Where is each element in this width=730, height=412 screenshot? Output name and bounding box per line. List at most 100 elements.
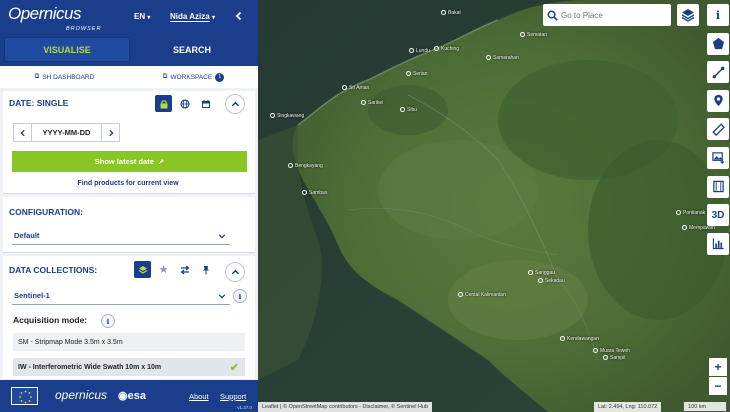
map-view[interactable]: Bakat Sematan Lundu Kuching Samarahan Se…	[258, 0, 730, 412]
show-latest-date-button[interactable]: Show latest date ↗	[12, 151, 247, 172]
place-label: Pontianak	[676, 210, 705, 216]
zoom-in-button[interactable]: +	[709, 358, 727, 376]
search-input[interactable]	[561, 10, 661, 20]
layers-icon	[681, 9, 695, 22]
place-search[interactable]	[543, 4, 671, 26]
collapse-data-collections-button[interactable]	[225, 262, 245, 282]
place-label: Sarikei	[361, 100, 383, 106]
tab-search[interactable]: SEARCH	[130, 37, 254, 62]
next-date-button[interactable]	[101, 123, 120, 142]
attribution-text: Leaflet | © OpenStreetMap contributors -…	[262, 404, 429, 410]
configuration-select[interactable]: Default	[12, 227, 230, 245]
film-icon	[712, 180, 724, 193]
acquisition-mode-option[interactable]: IW - Interferometric Wide Swath 10m x 10…	[13, 358, 245, 376]
bar-chart-icon	[712, 238, 724, 250]
calendar-button[interactable]	[197, 95, 214, 112]
calendar-icon	[201, 99, 210, 108]
3d-view-button[interactable]: 3D	[707, 204, 729, 227]
chevron-down-icon: ▾	[211, 15, 215, 21]
user-menu[interactable]: Nida Aziza ▾	[170, 12, 215, 22]
chevron-left-icon	[235, 11, 242, 21]
arrow-up-right-icon: ↗	[157, 157, 165, 166]
scale-bar: 100 km	[683, 402, 727, 412]
info-icon: i	[715, 8, 721, 22]
draw-polygon-button[interactable]	[707, 32, 729, 55]
chevron-left-icon	[19, 129, 25, 136]
layers-button[interactable]	[677, 4, 699, 26]
coordinates-readout: Lat: 2.494, Lng: 110.072	[594, 402, 662, 412]
chevron-down-icon	[218, 293, 226, 299]
place-label: Sematan	[520, 32, 547, 38]
place-label: Samarahan	[486, 55, 519, 61]
image-download-button[interactable]	[707, 146, 729, 169]
acquisition-mode-label: Acquisition mode:	[13, 315, 88, 325]
chevron-up-icon	[231, 101, 239, 106]
compare-button[interactable]	[176, 261, 193, 278]
find-products-link[interactable]: Find products for current view	[3, 180, 253, 187]
draw-point-button[interactable]	[707, 89, 729, 112]
previous-date-button[interactable]	[13, 123, 32, 142]
histogram-button[interactable]	[707, 232, 729, 255]
support-link[interactable]: Support	[220, 392, 246, 401]
place-label: Kendawangan	[560, 336, 599, 342]
top-bar: Opernicus BROWSER EN ▾ Nida Aziza ▾	[0, 0, 258, 33]
map-attribution: Leaflet | © OpenStreetMap contributors -…	[258, 402, 433, 412]
language-selector[interactable]: EN ▾	[134, 12, 150, 21]
place-label: Kuching	[434, 46, 459, 52]
sidebar: Opernicus BROWSER EN ▾ Nida Aziza ▾ VISU…	[0, 0, 258, 412]
globe-button[interactable]	[176, 95, 193, 112]
esa-logo: ◉esa	[118, 390, 146, 402]
esa-icon: ◉	[118, 390, 128, 402]
place-label: Sekadau	[538, 278, 565, 284]
external-link-icon: ⧉	[34, 73, 40, 80]
date-picker: YYYY-MM-DD	[13, 123, 120, 142]
date-input[interactable]: YYYY-MM-DD	[32, 123, 101, 142]
main-tabs: VISUALISE SEARCH	[0, 33, 258, 66]
calendar-lock-button[interactable]	[155, 95, 172, 112]
place-label: Singkawang	[270, 113, 304, 119]
date-panel-title: DATE: SINGLE	[9, 98, 69, 108]
globe-icon	[179, 98, 190, 109]
about-link[interactable]: About	[189, 392, 209, 401]
data-collections-title: DATA COLLECTIONS:	[9, 265, 98, 275]
ruler-icon	[711, 123, 725, 136]
place-label: Sampit	[603, 355, 626, 361]
eu-flag-logo	[11, 387, 38, 405]
collapse-sidebar-button[interactable]	[229, 6, 249, 26]
configuration-title: CONFIGURATION:	[9, 207, 83, 217]
layers-tab-button[interactable]	[134, 261, 151, 278]
collapse-date-panel-button[interactable]	[225, 94, 245, 114]
map-toolbar: i 3D	[707, 4, 729, 261]
collection-info-button[interactable]: i	[233, 289, 247, 303]
favorites-button[interactable]: ★	[155, 261, 172, 278]
date-panel: DATE: SINGLE YYYY-MM-DD Show latest date…	[3, 91, 255, 194]
chevron-down-icon: ▾	[147, 15, 151, 21]
info-icon: i	[238, 291, 242, 301]
timelapse-button[interactable]	[707, 175, 729, 198]
info-icon: i	[106, 316, 110, 326]
copernicus-logo: Opernicus BROWSER	[8, 4, 102, 32]
measure-button[interactable]	[707, 118, 729, 141]
star-icon: ★	[158, 264, 169, 276]
zoom-out-button[interactable]: −	[709, 377, 727, 395]
sh-dashboard-link[interactable]: ⧉ SH DASHBOARD	[0, 73, 129, 81]
satellite-imagery	[258, 0, 730, 412]
place-label: Bengkayang	[288, 163, 323, 169]
layers-icon	[138, 265, 147, 274]
tab-visualise[interactable]: VISUALISE	[4, 37, 130, 62]
acquisition-mode-option[interactable]: SM - Stripmap Mode 3.5m x 3.5m	[13, 333, 245, 351]
chevron-down-icon	[218, 233, 226, 239]
data-collection-select[interactable]: Sentinel-1	[12, 287, 230, 305]
info-button[interactable]: i	[707, 4, 729, 26]
pin-button[interactable]	[197, 261, 214, 278]
place-label: Sibu	[400, 107, 417, 113]
polyline-icon	[712, 66, 724, 79]
image-download-icon	[711, 152, 724, 165]
workspace-link[interactable]: ⧉ WORKSPACE 1	[129, 72, 258, 82]
external-link-icon: ⧉	[162, 73, 168, 80]
place-label: Sambas	[302, 190, 327, 196]
copernicus-footer-logo: opernicus	[55, 388, 108, 402]
place-label: Lundu	[409, 48, 430, 54]
draw-line-button[interactable]	[707, 61, 729, 84]
acquisition-info-button[interactable]: i	[101, 314, 115, 328]
